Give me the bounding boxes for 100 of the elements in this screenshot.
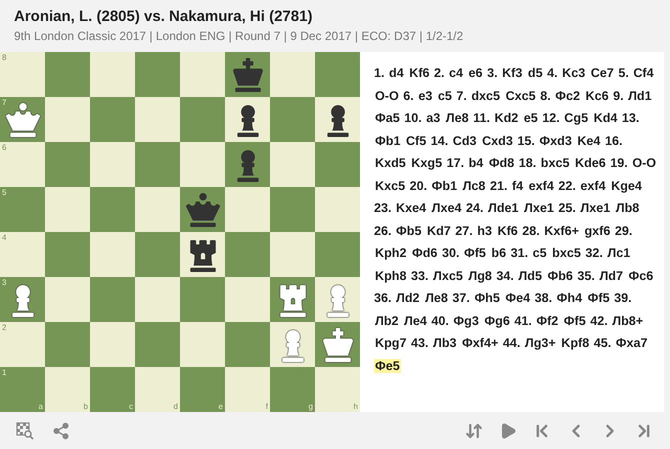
move-link[interactable]: Фh4 <box>556 291 584 305</box>
move-link[interactable]: Ke4 <box>576 134 602 148</box>
move-link[interactable]: Лb8 <box>614 201 640 215</box>
move-link[interactable]: Фg3 <box>452 314 480 328</box>
move-link[interactable]: b4 <box>468 156 484 170</box>
board-square[interactable] <box>225 97 270 142</box>
board-square[interactable] <box>180 232 225 277</box>
move-link[interactable]: d5 <box>526 66 544 80</box>
move-link[interactable]: bxc5 <box>540 156 570 170</box>
move-link[interactable]: Kpg7 <box>374 336 408 350</box>
move-link[interactable]: Лe8 <box>444 111 470 125</box>
move-link[interactable]: Фe4 <box>504 291 532 305</box>
move-link[interactable]: Фg6 <box>483 314 511 328</box>
move-link[interactable]: Фxf4+ <box>461 336 500 350</box>
move-link[interactable]: Kxc5 <box>374 178 406 192</box>
move-link[interactable]: Ce7 <box>590 66 615 80</box>
move-link[interactable]: Лg3+ <box>524 336 557 350</box>
move-link[interactable]: Лe4 <box>403 314 428 328</box>
move-link[interactable]: Фb1 <box>374 134 402 148</box>
move-link[interactable]: Kd4 <box>592 111 618 125</box>
move-link[interactable]: Cxd3 <box>481 134 514 148</box>
move-link[interactable]: Фc6 <box>627 268 654 282</box>
queen-icon[interactable] <box>6 102 40 136</box>
move-link[interactable]: Лxc5 <box>432 268 464 282</box>
move-link[interactable]: Фb1 <box>430 178 458 192</box>
board-search-icon[interactable] <box>14 420 36 442</box>
move-link[interactable]: Лd1 <box>627 88 653 102</box>
move-link[interactable]: Лd7 <box>598 268 624 282</box>
move-link[interactable]: Cg5 <box>563 111 590 125</box>
move-link[interactable]: Cf4 <box>632 66 655 80</box>
move-link[interactable]: Kge4 <box>610 178 643 192</box>
move-link[interactable]: Фb6 <box>546 268 574 282</box>
move-link[interactable]: Cf5 <box>404 134 428 148</box>
move-link[interactable]: Cd3 <box>452 134 478 148</box>
move-link[interactable]: c5 <box>436 88 453 102</box>
move-link[interactable]: Kxd5 <box>374 156 407 170</box>
move-link[interactable]: Фb5 <box>395 224 422 238</box>
move-link[interactable]: Лxe1 <box>579 201 612 215</box>
move-link[interactable]: Лb8+ <box>611 314 644 328</box>
move-link[interactable]: Лd2 <box>395 291 421 305</box>
move-link[interactable]: Kpf8 <box>560 336 590 350</box>
move-link[interactable]: Лb2 <box>374 314 400 328</box>
queen-icon[interactable] <box>186 192 220 226</box>
move-link[interactable]: Фf5 <box>586 291 611 305</box>
move-link[interactable]: Лc8 <box>462 178 486 192</box>
move-link[interactable]: Kph2 <box>374 246 408 260</box>
move-link[interactable]: Фxd3 <box>538 134 573 148</box>
move-link[interactable]: Kd2 <box>493 111 520 125</box>
move-link[interactable]: bxc5 <box>551 246 582 260</box>
move-link[interactable]: Kd7 <box>426 224 452 238</box>
move-link[interactable]: Фd8 <box>488 156 516 170</box>
move-link[interactable]: Cxc5 <box>504 88 537 102</box>
move-link[interactable]: exf4 <box>579 178 607 192</box>
king-icon[interactable] <box>320 328 354 362</box>
move-link[interactable]: Kc6 <box>584 88 610 102</box>
move-link[interactable]: dxc5 <box>470 88 502 102</box>
move-link[interactable]: Kde6 <box>574 156 607 170</box>
move-link[interactable]: Kxe4 <box>395 201 428 215</box>
king-icon[interactable] <box>230 58 264 92</box>
move-link[interactable]: Лc1 <box>606 246 632 260</box>
move-link[interactable]: Kc3 <box>561 66 586 80</box>
move-link[interactable]: c5 <box>532 246 548 260</box>
move-link[interactable]: Kxg5 <box>410 156 444 170</box>
move-link[interactable]: O-O <box>631 156 658 170</box>
move-link[interactable]: Kf6 <box>408 66 431 80</box>
move-link[interactable]: h3 <box>476 224 493 238</box>
board-square[interactable] <box>315 322 360 367</box>
board-square[interactable] <box>315 97 360 142</box>
move-link[interactable]: Фf5 <box>562 314 587 328</box>
move-link[interactable]: Лde1 <box>487 201 520 215</box>
board-square[interactable] <box>270 277 315 322</box>
move-link[interactable]: a3 <box>425 111 442 125</box>
move-link[interactable]: Фf2 <box>535 314 560 328</box>
move-link[interactable]: Фh5 <box>473 291 501 305</box>
move-link[interactable]: Kph8 <box>374 268 408 282</box>
move-link[interactable]: exf4 <box>528 178 555 192</box>
move-link[interactable]: Лb3 <box>432 336 458 350</box>
move-link[interactable]: Лxe4 <box>430 201 462 215</box>
move-link[interactable]: Фxa7 <box>614 336 649 350</box>
move-link[interactable]: Лd5 <box>517 268 543 282</box>
move-link[interactable]: f4 <box>510 178 524 192</box>
move-link[interactable]: e6 <box>468 66 484 80</box>
move-link[interactable]: Kf6 <box>496 224 519 238</box>
move-link[interactable]: Лg8 <box>467 268 493 282</box>
move-link[interactable]: Фf5 <box>462 246 487 260</box>
move-link[interactable]: d4 <box>388 66 405 80</box>
move-link[interactable]: Лxe1 <box>523 201 555 215</box>
move-link[interactable]: Фa5 <box>374 111 401 125</box>
move-link[interactable]: Kf3 <box>501 66 524 80</box>
move-link[interactable]: Kxf6+ <box>543 224 580 238</box>
move-link[interactable]: Лe8 <box>424 291 449 305</box>
move-link[interactable]: gxf6 <box>583 224 612 238</box>
move-link[interactable]: e5 <box>522 111 539 125</box>
move-link[interactable]: c4 <box>448 66 464 80</box>
move-link[interactable]: b6 <box>490 246 508 260</box>
move-link[interactable]: Фd6 <box>410 246 438 260</box>
move-link[interactable]: e3 <box>417 88 434 102</box>
move-link[interactable]: Фe5 <box>374 358 401 372</box>
move-link[interactable]: Фc2 <box>554 88 581 102</box>
move-link[interactable]: O-O <box>374 88 400 102</box>
